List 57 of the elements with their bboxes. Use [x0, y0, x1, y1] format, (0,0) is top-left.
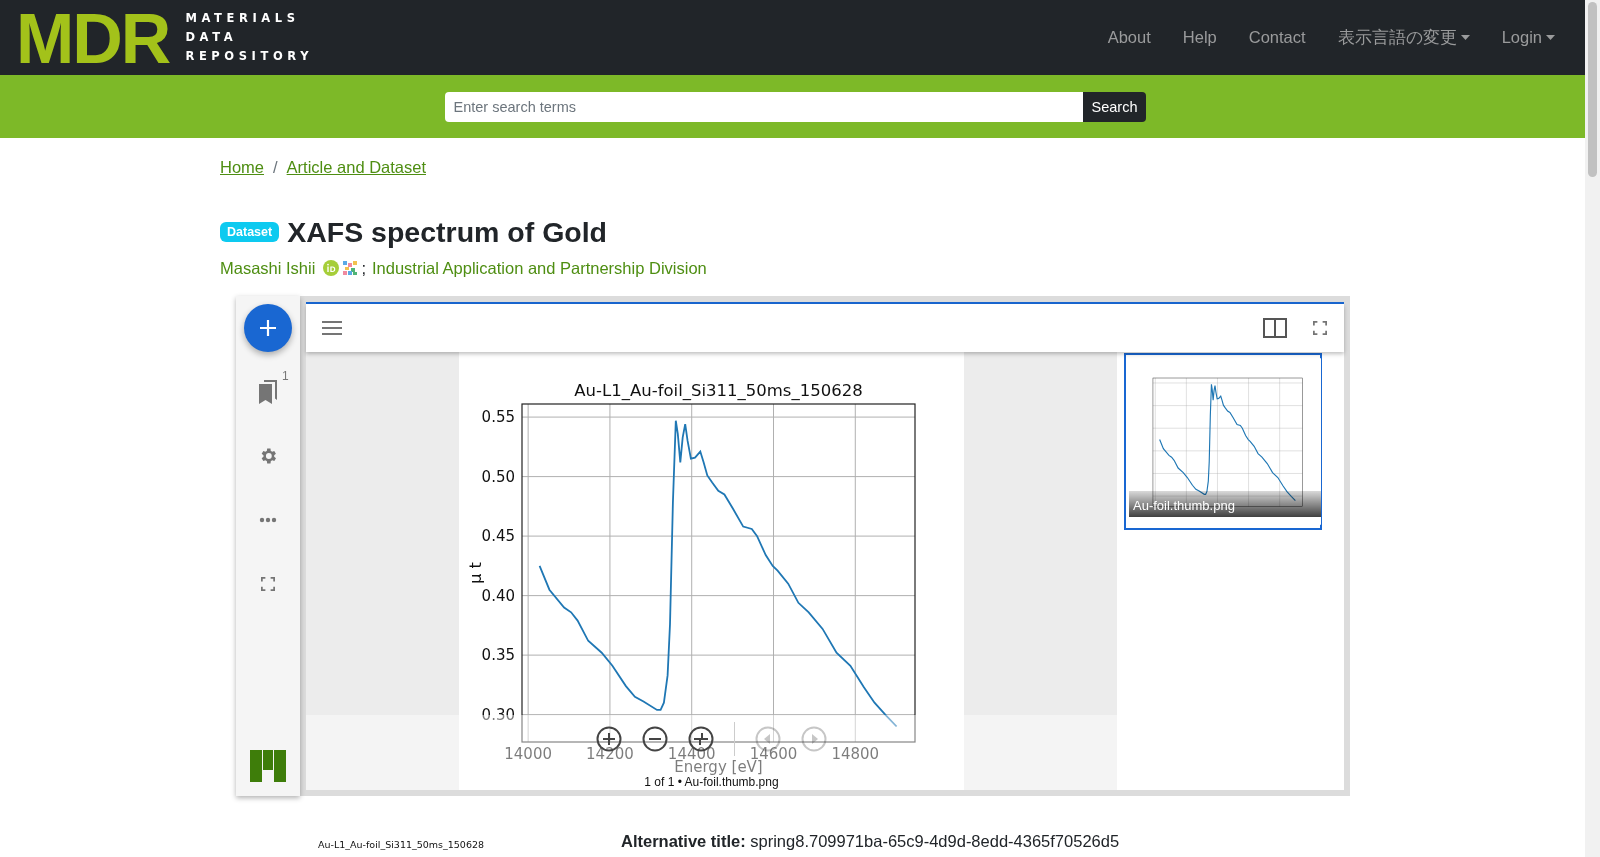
- more-icon: [259, 517, 277, 523]
- alternative-title: Alternative title: spring8.709971ba-65c9-4d9d-8edd-4365f70526d5: [621, 832, 1120, 851]
- logo-mark[interactable]: MDR: [16, 3, 170, 74]
- breadcrumb-link[interactable]: Article and Dataset: [286, 157, 426, 177]
- tick-label: 0.40: [481, 586, 515, 605]
- tick-label: 14000: [504, 745, 552, 763]
- nav-link[interactable]: Help: [1182, 28, 1217, 47]
- breadcrumb-link[interactable]: Home: [220, 157, 264, 177]
- logo-text: REPOSITORY: [185, 48, 314, 65]
- add-button[interactable]: [244, 304, 292, 352]
- breadcrumb-separator: /: [273, 157, 278, 177]
- nav-link[interactable]: 表示言語の変更: [1337, 26, 1470, 49]
- tick-label: 0.45: [481, 527, 515, 546]
- view-button[interactable]: [1263, 318, 1287, 338]
- plus-icon: [259, 319, 277, 337]
- logo-text: DATA: [185, 29, 239, 46]
- caret-icon: [1460, 34, 1470, 41]
- fullscreen-icon: [1313, 321, 1327, 335]
- scrollbar-thumb[interactable]: [1588, 2, 1597, 177]
- nav-link[interactable]: About: [1107, 28, 1151, 47]
- index-count: 1: [282, 369, 289, 383]
- chart-title: Au-L1_Au-foil_Si311_50ms_150628: [574, 381, 863, 400]
- author-link[interactable]: Masashi Ishii: [220, 258, 316, 278]
- record-title: XAFS spectrum of Gold: [287, 215, 608, 249]
- next-icon: [801, 726, 827, 752]
- index-button[interactable]: 1: [244, 368, 292, 416]
- axis-title: Energy [eV]: [674, 758, 763, 776]
- tick-label: 14800: [831, 745, 880, 763]
- menu-button[interactable]: [322, 321, 342, 335]
- caret-icon: [1546, 34, 1555, 41]
- logo-text: MATERIALS: [185, 10, 301, 27]
- tick-label: 0.50: [481, 467, 515, 486]
- search-field[interactable]: Enter search terms: [444, 91, 1083, 122]
- nav-link[interactable]: Contact: [1248, 28, 1306, 47]
- thumbnail[interactable]: Au-foil.thumb.png: [1124, 353, 1322, 530]
- canvas-caption: 1 of 1 • Au-foil.thumb.png: [644, 775, 779, 790]
- separator-text: ;: [361, 258, 366, 278]
- fullscreen-icon: [261, 577, 275, 591]
- fullscreen-button[interactable]: [1313, 321, 1327, 335]
- type-badge: Dataset: [220, 221, 280, 243]
- tick-label: 0.55: [481, 408, 515, 427]
- tick-label: 14200: [586, 745, 634, 763]
- tick-label: 0.30: [481, 705, 515, 724]
- bookmarks-icon: [258, 380, 278, 404]
- tick-label: 0.35: [481, 646, 515, 665]
- search-button[interactable]: Search: [1082, 91, 1147, 122]
- zoom-out-icon: [642, 726, 668, 752]
- pinwheel-icon[interactable]: [342, 260, 359, 276]
- mirador-logo-icon: [250, 750, 286, 782]
- book-icon: [1263, 318, 1287, 338]
- axis-title: μ t: [466, 562, 485, 584]
- thumbnail-caption: Au-foil.thumb.png: [1129, 491, 1321, 517]
- menu-icon: [322, 321, 342, 335]
- nav-link[interactable]: Login: [1501, 28, 1555, 47]
- image-title: Au-L1_Au-foil_Si311_50ms_150628: [318, 838, 486, 850]
- zoom-out-button[interactable]: [642, 726, 668, 752]
- affiliation-link[interactable]: Industrial Application and Partnership Division: [371, 258, 707, 278]
